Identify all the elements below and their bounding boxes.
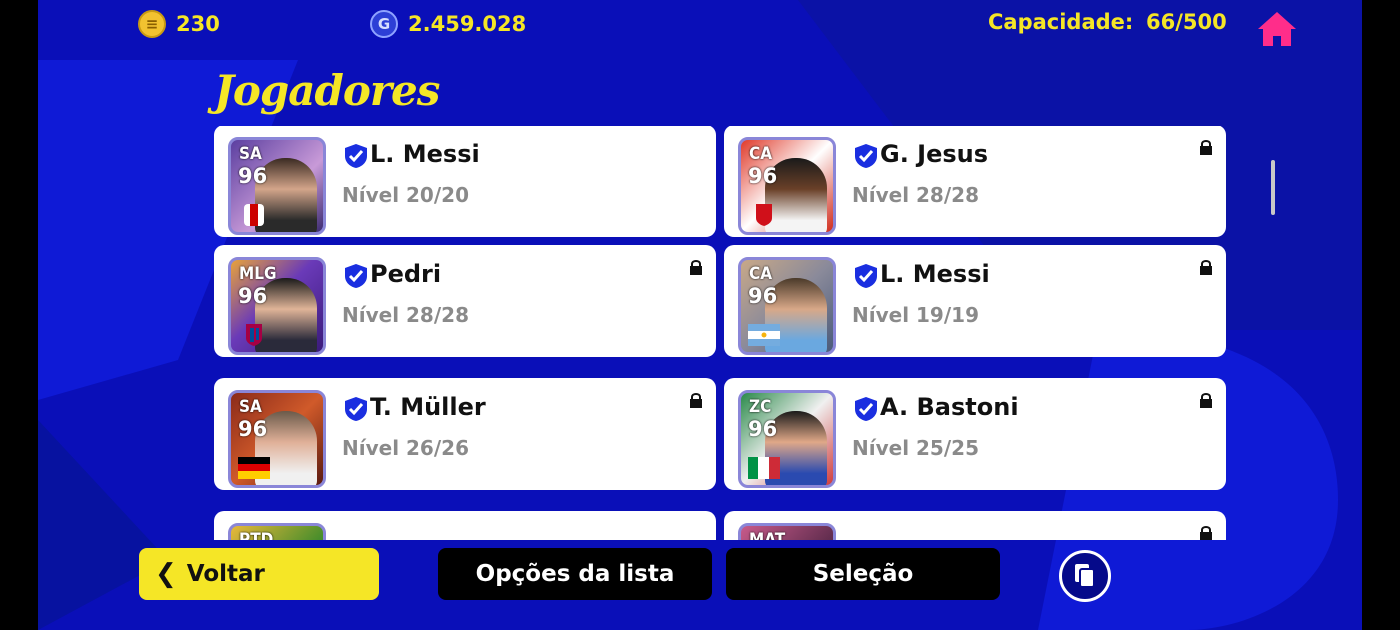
player-name: A. Bastoni (880, 393, 1019, 421)
player-portrait: SA 96 (228, 137, 326, 235)
player-card[interactable]: SA 96 L. Messi Nível 20/20 (214, 126, 716, 237)
capacity-label: Capacidade: (988, 10, 1134, 34)
player-level: Nível 20/20 (342, 183, 469, 207)
player-portrait: CA 96 (738, 257, 836, 355)
back-label: Voltar (186, 561, 265, 587)
player-level: Nível 19/19 (852, 303, 979, 327)
player-list[interactable]: SA 96 L. Messi Nível 20/20 CA 96 G. Jesu… (214, 126, 1234, 540)
player-portrait: PTD (228, 523, 326, 540)
list-options-button[interactable]: Opções da lista (438, 548, 712, 600)
home-button[interactable] (1256, 10, 1298, 48)
chevron-left-icon: ❮ (155, 559, 177, 589)
back-button[interactable]: ❮ Voltar (139, 548, 379, 600)
italy-flag-icon (748, 457, 780, 479)
club-badge-icon (756, 204, 772, 226)
club-badge-icon (246, 324, 262, 346)
player-name: L. Messi (370, 140, 480, 168)
player-name: G. Jesus (880, 140, 989, 168)
e-coin-amount: 230 (176, 12, 220, 36)
gp-amount: 2.459.028 (408, 12, 527, 36)
e-coin-balance: ≡ 230 (138, 10, 220, 38)
verified-shield-icon (345, 144, 367, 168)
page-title: Jogadores (214, 66, 440, 115)
verified-shield-icon (345, 397, 367, 421)
lock-icon (1200, 393, 1212, 408)
verified-shield-icon (855, 397, 877, 421)
verified-shield-icon (345, 264, 367, 288)
player-name: L. Messi (880, 260, 990, 288)
selection-label: Seleção (812, 561, 914, 587)
gp-coin-icon: G (370, 10, 398, 38)
lock-icon (690, 393, 702, 408)
lock-icon (1200, 260, 1212, 275)
player-card[interactable]: PTD (214, 511, 716, 540)
player-level: Nível 28/28 (852, 183, 979, 207)
home-icon (1258, 12, 1296, 46)
player-level: Nível 25/25 (852, 436, 979, 460)
player-name: Pedri (370, 260, 442, 288)
lock-icon (1200, 140, 1212, 155)
game-screen: ≡ 230 G 2.459.028 Capacidade: 66/500 Jog… (38, 0, 1362, 630)
selection-button[interactable]: Seleção (726, 548, 1000, 600)
player-card[interactable]: SA 96 T. Müller Nível 26/26 (214, 378, 716, 490)
player-portrait: MLG 96 (228, 257, 326, 355)
club-badge-icon (244, 204, 264, 226)
player-portrait: ZC 96 (738, 390, 836, 488)
capacity-value: 66/500 (1146, 10, 1227, 34)
player-card[interactable]: MLG 96 Pedri Nível 28/28 (214, 245, 716, 357)
lock-icon (1200, 526, 1212, 540)
germany-flag-icon (238, 457, 270, 479)
verified-shield-icon (855, 144, 877, 168)
player-card[interactable]: CA 96 L. Messi Nível 19/19 (724, 245, 1226, 357)
player-level: Nível 28/28 (342, 303, 469, 327)
player-portrait: CA 96 (738, 137, 836, 235)
player-card[interactable]: ZC 96 A. Bastoni Nível 25/25 (724, 378, 1226, 490)
player-card[interactable]: MAT (724, 511, 1226, 540)
list-scrollbar[interactable] (1271, 160, 1275, 215)
player-level: Nível 26/26 (342, 436, 469, 460)
player-portrait: MAT (738, 523, 836, 540)
copy-button[interactable] (1059, 550, 1111, 602)
copy-icon (1075, 564, 1095, 588)
gp-balance: G 2.459.028 (370, 10, 526, 38)
verified-shield-icon (855, 264, 877, 288)
player-card[interactable]: CA 96 G. Jesus Nível 28/28 (724, 126, 1226, 237)
e-coin-icon: ≡ (138, 10, 166, 38)
list-options-label: Opções da lista (475, 561, 675, 587)
player-portrait: SA 96 (228, 390, 326, 488)
player-name: T. Müller (370, 393, 486, 421)
lock-icon (690, 260, 702, 275)
argentina-flag-icon (748, 324, 780, 346)
